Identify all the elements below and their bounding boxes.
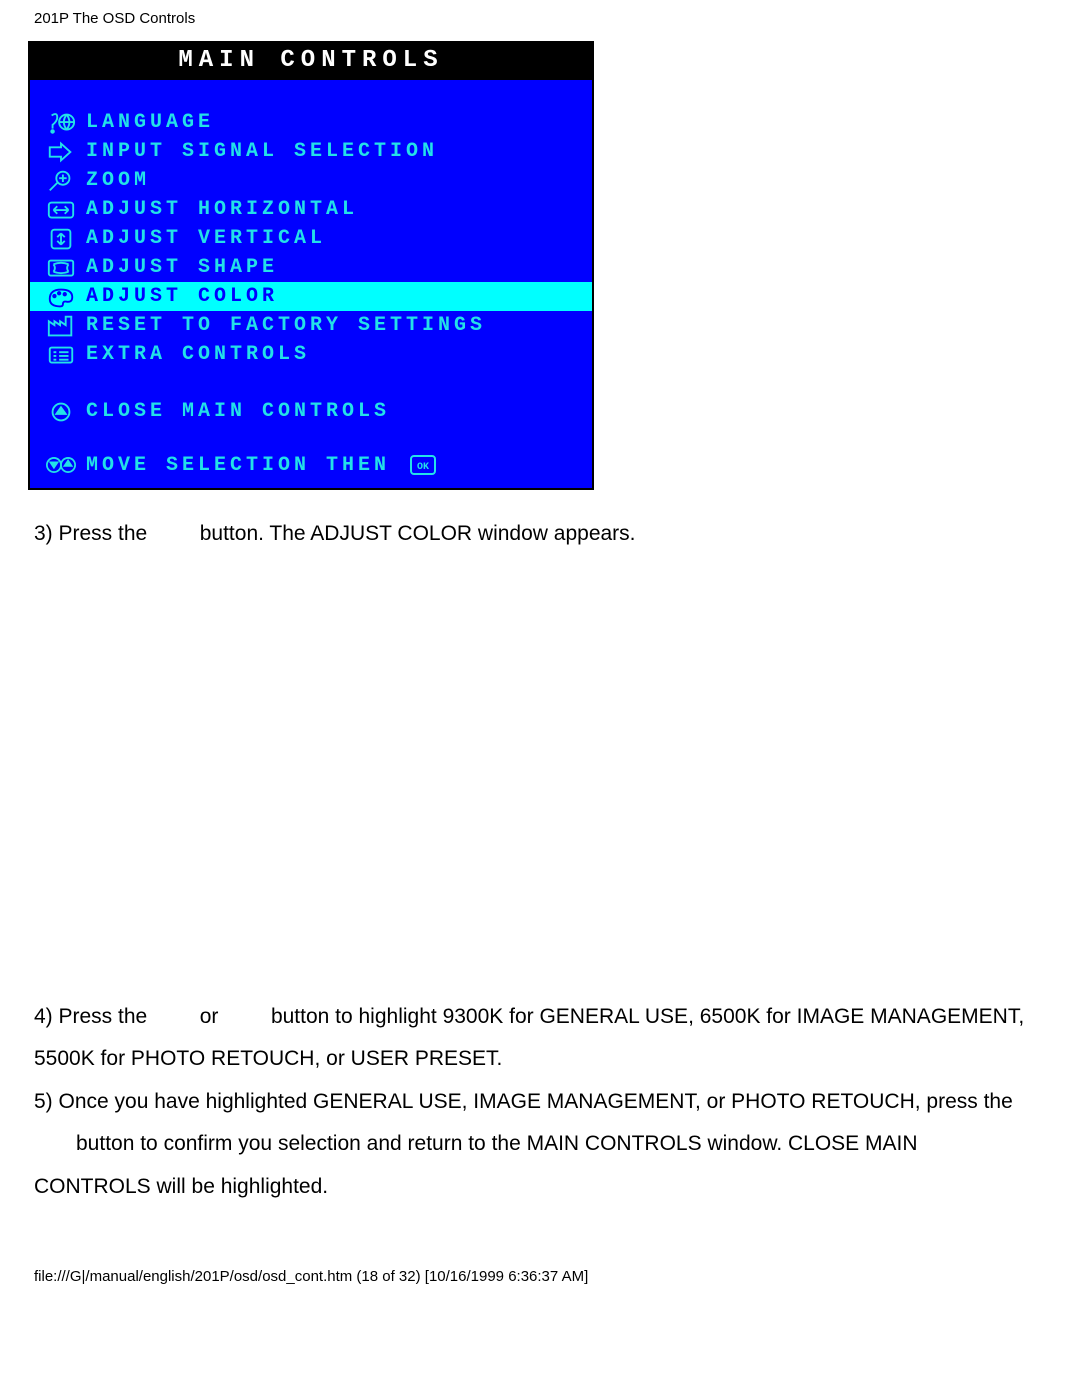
osd-title: MAIN CONTROLS xyxy=(30,43,592,80)
step4-text-a: 4) Press the xyxy=(34,1005,147,1028)
language-icon xyxy=(36,111,86,135)
osd-panel: MAIN CONTROLS LANGUAGE INPUT SIGNAL S xyxy=(28,41,594,490)
adjust-color-icon xyxy=(36,285,86,309)
menu-label: INPUT SIGNAL SELECTION xyxy=(86,140,438,163)
instruction-text: 3) Press the button. The ADJUST COLOR wi… xyxy=(0,490,1080,1203)
adjust-shape-icon xyxy=(36,256,86,280)
menu-label: RESET TO FACTORY SETTINGS xyxy=(86,314,486,337)
footer-label: MOVE SELECTION THEN xyxy=(86,454,390,477)
step4-text-c: 5500K for PHOTO RETOUCH, or USER PRESET. xyxy=(34,1043,1038,1076)
menu-label: ADJUST HORIZONTAL xyxy=(86,198,358,221)
up-down-icon xyxy=(36,453,86,477)
menu-item-reset-factory[interactable]: RESET TO FACTORY SETTINGS xyxy=(30,311,592,340)
step5-text-c: CONTROLS will be highlighted. xyxy=(34,1171,1038,1204)
page-header: 201P The OSD Controls xyxy=(0,0,1080,41)
menu-label: ZOOM xyxy=(86,169,150,192)
input-signal-icon xyxy=(36,140,86,164)
menu-item-adjust-color[interactable]: ADJUST COLOR xyxy=(30,282,592,311)
menu-item-language[interactable]: LANGUAGE xyxy=(30,108,592,137)
svg-text:OK: OK xyxy=(417,462,429,473)
menu-item-zoom[interactable]: ZOOM xyxy=(30,166,592,195)
close-icon xyxy=(36,400,86,424)
extra-controls-icon xyxy=(36,343,86,367)
ok-icon: OK xyxy=(410,455,436,475)
step3-text-a: 3) Press the xyxy=(34,522,147,545)
menu-item-adjust-vertical[interactable]: ADJUST VERTICAL xyxy=(30,224,592,253)
page-footer: file:///G|/manual/english/201P/osd/osd_c… xyxy=(0,1213,1080,1285)
menu-item-close[interactable]: CLOSE MAIN CONTROLS xyxy=(30,397,592,426)
factory-icon xyxy=(36,314,86,338)
menu-label: CLOSE MAIN CONTROLS xyxy=(86,400,390,423)
menu-label: ADJUST COLOR xyxy=(86,285,278,308)
step4-text-b: button to highlight 9300K for GENERAL US… xyxy=(271,1005,1024,1028)
step5-text-a: 5) Once you have highlighted GENERAL USE… xyxy=(34,1086,1038,1119)
step3-text-b: button. The ADJUST COLOR window appears. xyxy=(200,522,636,545)
menu-label: EXTRA CONTROLS xyxy=(86,343,310,366)
osd-footer-hint: MOVE SELECTION THEN OK xyxy=(30,446,592,488)
step5-text-b: button to confirm you selection and retu… xyxy=(34,1128,1038,1161)
adjust-horizontal-icon xyxy=(36,198,86,222)
zoom-icon xyxy=(36,169,86,193)
menu-item-extra-controls[interactable]: EXTRA CONTROLS xyxy=(30,340,592,369)
menu-label: ADJUST VERTICAL xyxy=(86,227,326,250)
menu-label: LANGUAGE xyxy=(86,111,214,134)
menu-item-input-signal[interactable]: INPUT SIGNAL SELECTION xyxy=(30,137,592,166)
menu-label: ADJUST SHAPE xyxy=(86,256,278,279)
adjust-vertical-icon xyxy=(36,227,86,251)
step4-text-or: or xyxy=(200,1005,219,1028)
menu-item-adjust-horizontal[interactable]: ADJUST HORIZONTAL xyxy=(30,195,592,224)
menu-item-adjust-shape[interactable]: ADJUST SHAPE xyxy=(30,253,592,282)
